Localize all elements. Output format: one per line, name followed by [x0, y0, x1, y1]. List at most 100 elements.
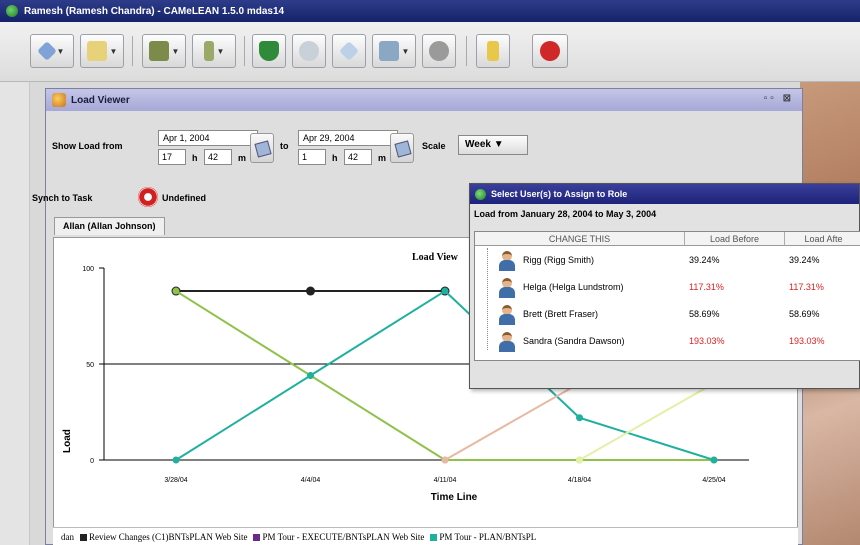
series-line-1	[175, 290, 312, 377]
series-point-0	[306, 286, 315, 296]
gear-icon-button[interactable]	[422, 34, 456, 68]
load-viewer-icon	[52, 93, 66, 107]
arrow-icon	[36, 41, 57, 61]
window-controls[interactable]: ▫▫ ⊠	[764, 93, 794, 104]
user-avatar-icon	[499, 332, 515, 352]
target-icon[interactable]	[138, 187, 158, 207]
load-before: 193.03%	[689, 336, 725, 346]
table-header: CHANGE THIS Load Before Load Afte	[475, 232, 860, 246]
scale-value: Week	[465, 139, 491, 150]
app-icon	[6, 5, 18, 17]
series-line-2	[309, 290, 446, 377]
app-titlebar: Ramesh (Ramesh Chandra) - CAMeLEAN 1.5.0…	[0, 0, 860, 22]
y-tick-label: 0	[90, 458, 94, 465]
help-icon-button[interactable]	[476, 34, 510, 68]
synch-value: Undefined	[162, 193, 206, 203]
folder-icon-button[interactable]: ▼	[80, 34, 124, 68]
dialog-title: Select User(s) to Assign to Role	[491, 189, 628, 199]
from-hour-unit: h	[192, 153, 198, 163]
chart-legend: dan Review Changes (C1)BNTsPLAN Web Site…	[53, 527, 798, 545]
series-point-2	[576, 414, 583, 422]
load-after: 117.31%	[789, 282, 824, 292]
shield-icon	[259, 41, 279, 61]
exit-icon-button[interactable]	[532, 34, 568, 68]
legend-item-2: PM Tour - PLAN/BNTsPL	[430, 532, 536, 542]
table-row[interactable]: Sandra (Sandra Dawson) 193.03% 193.03%	[475, 329, 860, 355]
to-calendar-button[interactable]	[390, 133, 414, 163]
y-tick-label: 50	[86, 362, 94, 369]
load-before: 58.69%	[689, 309, 720, 319]
table-row[interactable]: Brett (Brett Fraser) 58.69% 58.69%	[475, 302, 860, 328]
x-tick-label: 4/25/04	[702, 477, 725, 484]
legend-item-0: Review Changes (C1)BNTsPLAN Web Site	[80, 532, 247, 542]
x-tick-label: 4/11/04	[434, 477, 457, 484]
user-table: CHANGE THIS Load Before Load Afte Rigg (…	[474, 231, 860, 361]
series-line-3	[444, 382, 580, 461]
user-name: Rigg (Rigg Smith)	[523, 255, 595, 265]
user-avatar-icon	[499, 278, 515, 298]
from-calendar-button[interactable]	[250, 133, 274, 163]
dialog-icon	[475, 188, 486, 200]
series-line-2	[579, 416, 715, 461]
dialog-titlebar[interactable]: Select User(s) to Assign to Role	[470, 184, 859, 204]
x-axis-label: Time Line	[431, 492, 478, 503]
from-minute-spinner[interactable]: 42	[204, 149, 232, 165]
legend-prefix: dan	[61, 531, 74, 542]
network-icon	[299, 41, 319, 61]
legend-item-1: PM Tour - EXECUTE/BNTsPLAN Web Site	[253, 532, 424, 542]
to-hour-spinner[interactable]: 1	[298, 149, 326, 165]
user-name: Brett (Brett Fraser)	[523, 309, 599, 319]
column-header-name[interactable]: CHANGE THIS	[475, 232, 685, 246]
from-date-field[interactable]: Apr 1, 2004	[158, 130, 258, 146]
y-tick-label: 100	[82, 266, 94, 273]
tab-allan-johnson[interactable]: Allan (Allan Johnson)	[54, 217, 165, 235]
main-toolbar: ▼ ▼ ▼ ▼ ▼	[0, 22, 860, 82]
table-row[interactable]: Rigg (Rigg Smith) 39.24% 39.24%	[475, 248, 860, 274]
person-icon-button[interactable]: ▼	[192, 34, 236, 68]
to-minute-spinner[interactable]: 42	[344, 149, 372, 165]
to-minute-unit: m	[378, 153, 387, 163]
synch-label: Synch to Task	[32, 193, 93, 203]
user-avatar-icon	[499, 251, 515, 271]
database-icon	[148, 41, 169, 61]
app-title: Ramesh (Ramesh Chandra) - CAMeLEAN 1.5.0…	[24, 5, 285, 17]
table-row[interactable]: Helga (Helga Lundstrom) 117.31% 117.31%	[475, 275, 860, 301]
load-before: 39.24%	[689, 255, 720, 265]
show-load-from-label: Show Load from	[52, 141, 123, 151]
chart-title: Load View	[412, 252, 459, 263]
scale-select[interactable]: Week ▼	[458, 135, 528, 155]
series-point-2	[710, 456, 718, 464]
arrow-icon-button[interactable]: ▼	[30, 34, 74, 68]
scale-label: Scale	[422, 141, 446, 151]
chart-icon-button[interactable]: ▼	[372, 34, 416, 68]
user-avatar-icon	[499, 305, 515, 325]
gear-icon	[429, 41, 449, 61]
column-header-load-before[interactable]: Load Before	[685, 232, 785, 246]
tag-icon	[339, 41, 359, 61]
user-name: Sandra (Sandra Dawson)	[523, 336, 625, 346]
left-gutter	[0, 82, 30, 545]
series-line-1	[309, 374, 446, 461]
series-point-4	[576, 456, 583, 464]
dialog-subtitle: Load from January 28, 2004 to May 3, 200…	[474, 209, 657, 219]
database-icon-button[interactable]: ▼	[142, 34, 186, 68]
chevron-down-icon: ▼	[493, 139, 504, 150]
series-line-4	[579, 382, 715, 461]
tag-icon-button[interactable]	[332, 34, 366, 68]
load-after: 193.03%	[789, 336, 825, 346]
network-icon-button[interactable]	[292, 34, 326, 68]
series-point-2	[441, 287, 449, 295]
folder-icon	[86, 41, 107, 61]
to-hour-unit: h	[332, 153, 338, 163]
to-date-field[interactable]: Apr 29, 2004	[298, 130, 398, 146]
x-tick-label: 3/28/04	[164, 477, 187, 484]
series-point-2	[172, 456, 180, 464]
from-hour-spinner[interactable]: 17	[158, 149, 186, 165]
shield-icon-button[interactable]	[252, 34, 286, 68]
select-users-dialog: Select User(s) to Assign to Role Load fr…	[469, 183, 860, 389]
load-viewer-title: Load Viewer	[71, 94, 130, 106]
column-header-load-after[interactable]: Load Afte	[785, 232, 860, 246]
to-label: to	[280, 141, 289, 151]
tab-label: Allan (Allan Johnson)	[63, 221, 156, 231]
load-viewer-titlebar[interactable]: Load Viewer ▫▫ ⊠	[46, 89, 802, 111]
